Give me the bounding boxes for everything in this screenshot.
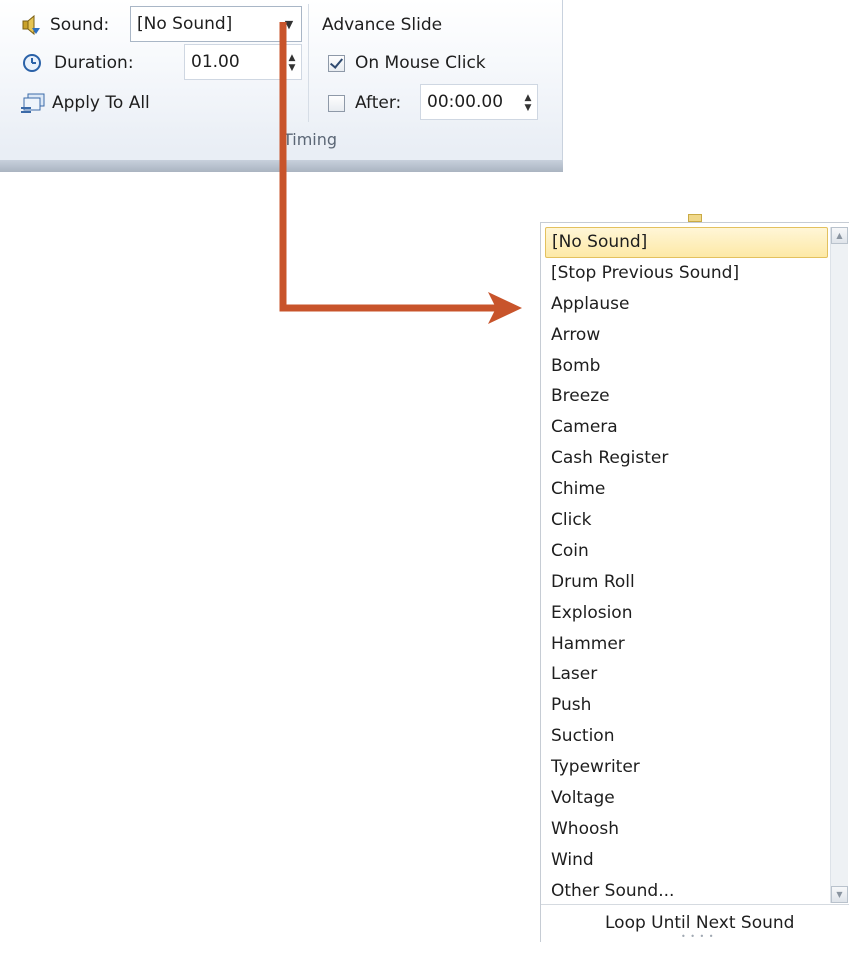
apply-to-all-label: Apply To All	[52, 93, 150, 113]
sound-option[interactable]: Laser	[545, 659, 828, 690]
on-mouse-click-label: On Mouse Click	[355, 53, 486, 73]
sound-option[interactable]: [No Sound]	[545, 227, 828, 258]
sound-option[interactable]: Bomb	[545, 351, 828, 382]
after-label: After:	[355, 93, 402, 113]
after-checkbox[interactable]	[328, 94, 345, 112]
sound-option[interactable]: Push	[545, 690, 828, 721]
sound-dropdown-list: [No Sound] [Stop Previous Sound] Applause A…	[540, 222, 849, 943]
loop-until-next-sound-option[interactable]: Loop Until Next Sound	[605, 913, 794, 933]
after-time-spinner[interactable]: 00:00.00 ▲ ▼	[420, 84, 538, 120]
duration-value: 01.00	[191, 52, 240, 72]
sound-option[interactable]: Coin	[545, 536, 828, 567]
sound-option[interactable]: Suction	[545, 721, 828, 752]
chevron-down-icon[interactable]: ▼	[277, 7, 301, 41]
duration-spinner[interactable]: 01.00 ▲ ▼	[184, 44, 302, 80]
timing-ribbon-group: Sound: [No Sound] ▼ Duration: 01.00 ▲▼	[0, 0, 563, 161]
ribbon-bottom-edge	[0, 160, 563, 172]
duration-label: Duration:	[54, 53, 134, 73]
scroll-down-icon[interactable]: ▼	[831, 886, 848, 903]
callout-arrow-head	[488, 292, 522, 324]
sound-option[interactable]: Chime	[545, 474, 828, 505]
sound-option[interactable]: Drum Roll	[545, 567, 828, 598]
sound-option[interactable]: Hammer	[545, 629, 828, 660]
sound-option[interactable]: Typewriter	[545, 752, 828, 783]
vertical-scrollbar[interactable]: ▲ ▼	[830, 227, 848, 903]
sound-row: Sound:	[20, 10, 109, 40]
clock-icon	[22, 53, 42, 73]
sound-option[interactable]: Cash Register	[545, 443, 828, 474]
dropdown-anchor-tab	[688, 214, 702, 222]
sound-list: [No Sound] [Stop Previous Sound] Applause A…	[545, 227, 828, 907]
sound-option[interactable]: Whoosh	[545, 814, 828, 845]
group-label-timing: Timing	[282, 130, 338, 149]
sound-label: Sound:	[50, 15, 110, 35]
group-separator	[308, 4, 309, 122]
sound-option[interactable]: Voltage	[545, 783, 828, 814]
sound-option[interactable]: Camera	[545, 412, 828, 443]
advance-slide-label: Advance Slide	[322, 15, 443, 35]
sound-option[interactable]: Wind	[545, 845, 828, 876]
sound-icon	[20, 14, 42, 36]
sound-combobox[interactable]: [No Sound] ▼	[130, 6, 302, 42]
sound-option[interactable]: Applause	[545, 289, 828, 320]
after-value: 00:00.00	[427, 92, 504, 112]
sound-option[interactable]: Other Sound...	[545, 876, 828, 907]
advance-slide-heading: Advance Slide	[322, 10, 442, 40]
on-mouse-click-checkbox[interactable]	[328, 54, 345, 72]
after-option[interactable]: After:	[328, 88, 401, 118]
spin-arrows-icon[interactable]: ▲ ▼	[285, 48, 299, 78]
duration-row: Duration:	[22, 48, 134, 78]
sound-option[interactable]: Breeze	[545, 381, 828, 412]
sound-option[interactable]: Explosion	[545, 598, 828, 629]
sound-value: [No Sound]	[137, 14, 233, 34]
spin-arrows-icon[interactable]: ▲ ▼	[521, 88, 535, 118]
resize-grip-icon[interactable]: • • • •	[681, 932, 715, 941]
on-mouse-click-option[interactable]: On Mouse Click	[328, 48, 486, 78]
apply-to-all-button[interactable]: Apply To All	[20, 88, 150, 118]
dropdown-footer: Loop Until Next Sound • • • •	[541, 904, 849, 943]
sound-option[interactable]: Arrow	[545, 320, 828, 351]
sound-option[interactable]: Click	[545, 505, 828, 536]
apply-to-all-icon	[20, 92, 46, 114]
sound-option[interactable]: [Stop Previous Sound]	[545, 258, 828, 289]
scroll-up-icon[interactable]: ▲	[831, 227, 848, 244]
